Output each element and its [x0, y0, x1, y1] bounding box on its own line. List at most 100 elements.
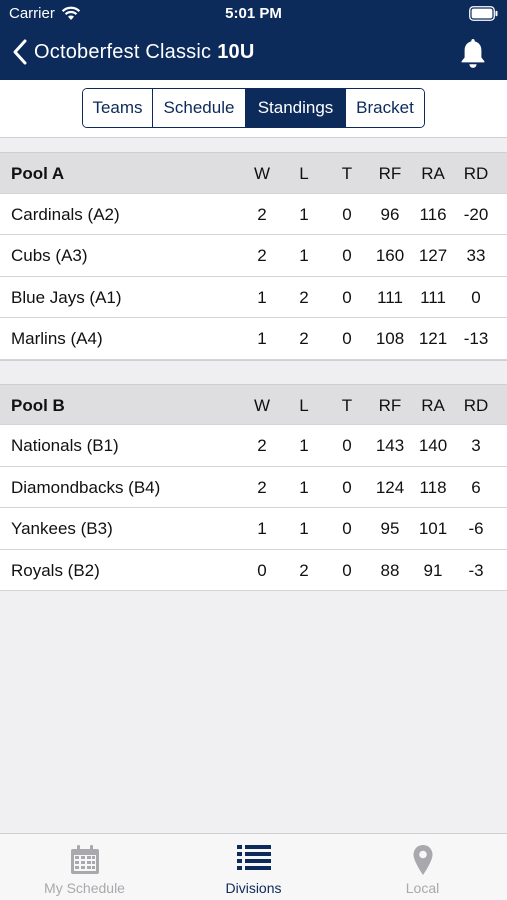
wins-value: 2 — [257, 477, 267, 497]
column-header-l: L — [299, 164, 309, 183]
page-title: Octoberfest Classic 10U — [34, 41, 255, 64]
wins-value: 1 — [257, 519, 267, 538]
tab-my-schedule[interactable]: My Schedule — [0, 834, 169, 900]
team-name: Marlins (A4) — [11, 329, 103, 348]
team-name: Cubs (A3) — [11, 246, 88, 265]
segment-teams[interactable]: Teams — [83, 89, 153, 127]
runs-for-value: 124 — [375, 477, 405, 497]
navigation-bar: Octoberfest Classic 10U — [0, 30, 507, 76]
column-header-w: W — [253, 164, 271, 183]
team-row[interactable]: Yankees (B3) 1 1 0 95 101 -6 — [0, 508, 507, 550]
column-header-ra: RA — [421, 164, 445, 183]
run-differential-value: -13 — [463, 329, 489, 348]
column-header-l: L — [299, 395, 309, 415]
division-label: 10U — [217, 41, 255, 63]
team-name: Diamondbacks (B4) — [11, 477, 161, 497]
notification-bell-icon[interactable] — [457, 36, 489, 70]
pool-header: Pool A W L T RF RA RD — [0, 152, 507, 194]
column-header-t: T — [341, 164, 353, 183]
wins-value: 2 — [257, 204, 267, 224]
tab-local[interactable]: Local — [338, 834, 507, 900]
segment-schedule[interactable]: Schedule — [153, 89, 246, 127]
ties-value: 0 — [342, 436, 352, 455]
losses-value: 1 — [299, 246, 309, 265]
section-spacer — [0, 140, 507, 152]
tab-bar: My Schedule Divisions Local — [0, 833, 507, 900]
pool-name: Pool A — [11, 164, 65, 183]
wins-value: 1 — [257, 287, 267, 307]
ties-value: 0 — [342, 204, 352, 224]
segment-standings[interactable]: Standings — [246, 89, 346, 127]
tournament-name: Octoberfest Classic — [34, 41, 212, 63]
ties-value: 0 — [342, 246, 352, 265]
losses-value: 1 — [299, 477, 309, 497]
runs-for-value: 160 — [375, 246, 405, 265]
runs-against-value: 116 — [419, 204, 447, 224]
wins-value: 1 — [257, 329, 267, 348]
segmented-control-bar: Teams Schedule Standings Bracket — [0, 80, 507, 138]
column-header-t: T — [341, 395, 353, 415]
losses-value: 2 — [299, 560, 309, 580]
tab-label: Divisions — [225, 880, 282, 896]
list-icon — [236, 844, 271, 877]
header-bar: Carrier 5:01 PM Octoberfest Classic 10U — [0, 0, 507, 80]
losses-value: 2 — [299, 287, 309, 307]
tab-label: Local — [405, 880, 440, 896]
status-time: 5:01 PM — [225, 5, 282, 22]
column-header-w: W — [253, 395, 271, 415]
losses-value: 2 — [299, 329, 309, 348]
run-differential-value: -20 — [463, 204, 489, 224]
tab-label: My Schedule — [44, 880, 125, 896]
tab-divisions[interactable]: Divisions — [169, 834, 338, 900]
calendar-icon — [69, 844, 101, 881]
team-row[interactable]: Cardinals (A2) 2 1 0 96 116 -20 — [0, 193, 507, 235]
team-row[interactable]: Diamondbacks (B4) 2 1 0 124 118 6 — [0, 466, 507, 508]
ties-value: 0 — [342, 519, 352, 538]
team-row[interactable]: Blue Jays (A1) 1 2 0 111 111 0 — [0, 276, 507, 318]
team-name: Blue Jays (A1) — [11, 287, 122, 307]
runs-against-value: 121 — [418, 329, 448, 348]
battery-icon — [469, 6, 499, 26]
wins-value: 2 — [257, 246, 267, 265]
runs-for-value: 88 — [380, 560, 400, 580]
run-differential-value: 3 — [471, 436, 481, 455]
team-row[interactable]: Nationals (B1) 2 1 0 143 140 3 — [0, 425, 507, 467]
ties-value: 0 — [342, 329, 352, 348]
runs-for-value: 111 — [377, 287, 403, 307]
team-name: Yankees (B3) — [11, 519, 113, 538]
back-chevron-icon[interactable] — [10, 38, 30, 66]
run-differential-value: -3 — [468, 560, 484, 580]
runs-against-value: 140 — [418, 436, 448, 455]
team-row[interactable]: Marlins (A4) 1 2 0 108 121 -13 — [0, 318, 507, 360]
run-differential-value: 33 — [466, 246, 486, 265]
losses-value: 1 — [299, 204, 309, 224]
segmented-control: Teams Schedule Standings Bracket — [82, 88, 425, 128]
runs-against-value: 91 — [423, 560, 443, 580]
team-row[interactable]: Royals (B2) 0 2 0 88 91 -3 — [0, 549, 507, 591]
segment-label: Standings — [257, 98, 334, 117]
runs-for-value: 108 — [375, 329, 405, 348]
run-differential-value: 6 — [471, 477, 481, 497]
segment-bracket[interactable]: Bracket — [346, 89, 424, 127]
team-row[interactable]: Cubs (A3) 2 1 0 160 127 33 — [0, 235, 507, 277]
losses-value: 1 — [299, 436, 309, 455]
pool-name: Pool B — [11, 395, 65, 415]
pool-header: Pool B W L T RF RA RD — [0, 383, 507, 425]
ties-value: 0 — [342, 287, 352, 307]
runs-for-value: 96 — [380, 204, 400, 224]
segment-label: Schedule — [163, 98, 235, 117]
team-name: Royals (B2) — [11, 560, 100, 580]
segment-label: Bracket — [356, 98, 414, 117]
wins-value: 2 — [257, 436, 267, 455]
column-header-rf: RF — [378, 164, 402, 183]
column-header-rf: RF — [378, 395, 402, 415]
run-differential-value: -6 — [468, 519, 484, 538]
status-bar: Carrier 5:01 PM — [0, 0, 507, 28]
column-header-rd: RD — [463, 395, 489, 415]
column-header-rd: RD — [463, 164, 489, 183]
runs-for-value: 95 — [380, 519, 400, 538]
runs-against-value: 101 — [418, 519, 448, 538]
ties-value: 0 — [342, 477, 352, 497]
standings-list[interactable]: Pool A W L T RF RA RD Cardinals (A2) 2 1… — [0, 140, 507, 591]
losses-value: 1 — [299, 519, 309, 538]
